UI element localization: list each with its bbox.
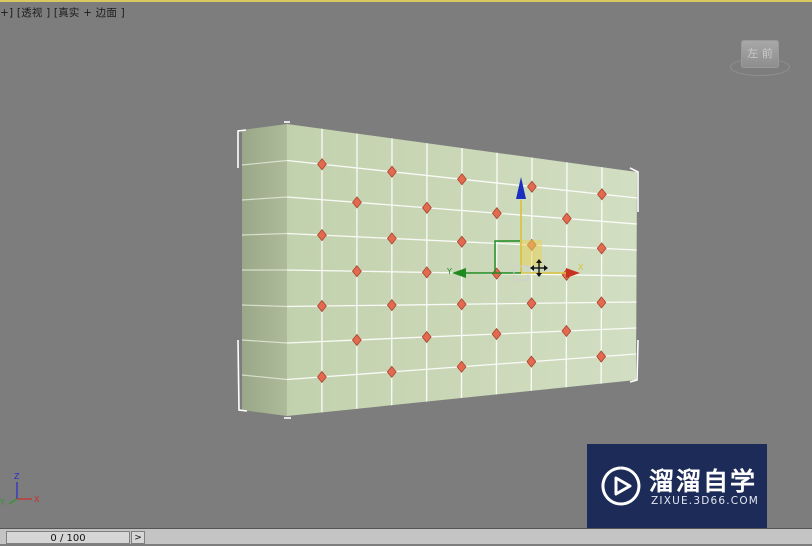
watermark-url: ZIXUE.3D66.COM — [651, 495, 759, 507]
next-frame-button[interactable]: > — [131, 531, 145, 544]
gizmo-y-label: Y — [446, 267, 452, 276]
time-slider-bar[interactable]: 0 / 100 > — [0, 528, 812, 544]
time-slider-handle[interactable]: 0 / 100 — [6, 531, 130, 544]
tripod-x-label: X — [34, 495, 40, 504]
gizmo-x-label: X — [578, 263, 584, 272]
watermark-title: 溜溜自学 — [649, 462, 757, 498]
world-axis-tripod: Z X Y — [0, 472, 40, 507]
watermark-badge: 溜溜自学 ZIXUE.3D66.COM — [587, 444, 767, 529]
play-logo-icon — [599, 464, 643, 508]
tripod-z-label: Z — [14, 472, 20, 481]
tripod-y-label: Y — [0, 498, 5, 507]
